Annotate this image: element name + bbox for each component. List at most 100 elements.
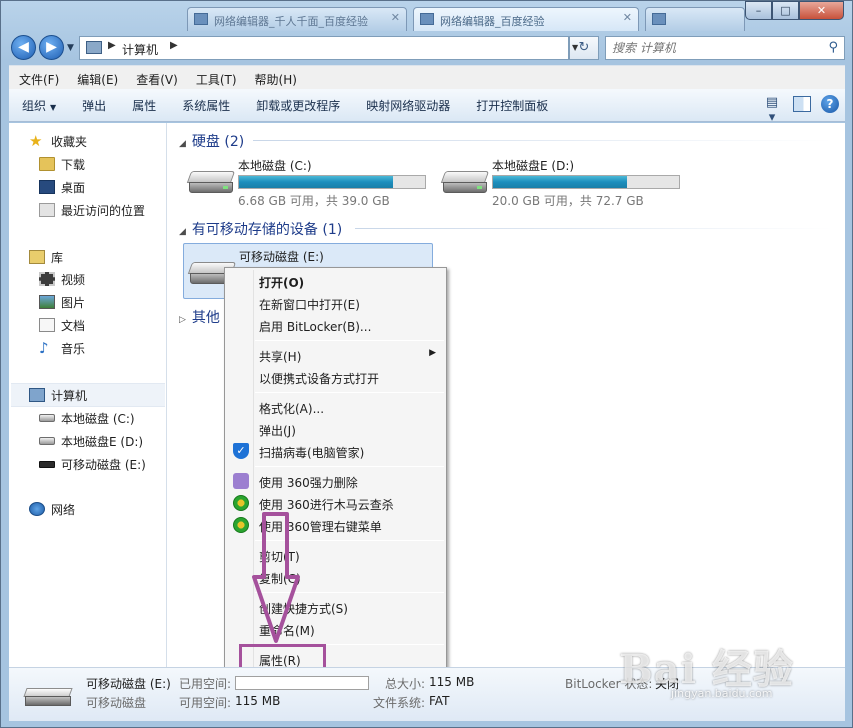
drive-c[interactable]: 本地磁盘 (C:) 6.68 GB 可用，共 39.0 GB bbox=[183, 153, 433, 209]
nav-drive-c[interactable]: 本地磁盘 (C:) bbox=[39, 408, 135, 428]
watermark-url: jingyan.baidu.com bbox=[671, 687, 773, 700]
preview-pane-icon[interactable] bbox=[793, 96, 811, 112]
360-icon bbox=[233, 517, 249, 533]
close-icon[interactable]: ✕ bbox=[391, 11, 400, 24]
maximize-button[interactable]: □ bbox=[772, 1, 799, 20]
group-divider bbox=[355, 228, 833, 229]
properties-button[interactable]: 属性 bbox=[119, 97, 169, 114]
annotation-arrow bbox=[252, 512, 300, 643]
hard-drive-icon bbox=[39, 414, 55, 422]
forward-button[interactable]: ▶ bbox=[39, 35, 64, 60]
menu-bitlocker[interactable]: 启用 BitLocker(B)... bbox=[227, 314, 444, 336]
page-icon bbox=[420, 13, 434, 25]
total-size-label: 总大小: bbox=[385, 677, 426, 691]
usb-drive-icon bbox=[39, 460, 55, 468]
back-button[interactable]: ◀ bbox=[11, 35, 36, 60]
view-controls: ▤ ▾ ? bbox=[761, 95, 839, 125]
menu-open[interactable]: 打开(O) bbox=[227, 270, 444, 292]
explorer-window: 网络编辑器_千人千面_百度经验 ✕ 网络编辑器_百度经验 ✕ – □ ✕ ◀ ▶ ▼… bbox=[0, 0, 853, 728]
menu-eject[interactable]: 弹出(J) bbox=[227, 418, 444, 440]
menu-separator bbox=[255, 392, 444, 393]
menu-open-new-window[interactable]: 在新窗口中打开(E) bbox=[227, 292, 444, 314]
nav-desktop[interactable]: 桌面 bbox=[39, 177, 85, 197]
uninstall-button[interactable]: 卸载或更改程序 bbox=[243, 97, 353, 114]
view-options-icon[interactable]: ▤ ▾ bbox=[761, 95, 783, 125]
breadcrumb-chevron-icon[interactable]: ▶ bbox=[170, 40, 178, 51]
control-panel-button[interactable]: 打开控制面板 bbox=[463, 97, 561, 114]
nav-libraries[interactable]: 库 bbox=[29, 247, 63, 267]
computer-icon bbox=[86, 41, 102, 54]
network-icon bbox=[29, 502, 45, 516]
nav-computer[interactable]: 计算机 bbox=[11, 383, 165, 407]
address-row: ◀ ▶ ▼ ▶ 计算机 ▶ ▼↻ ⚲ bbox=[1, 31, 852, 63]
menu-separator bbox=[255, 466, 444, 467]
tab-2[interactable]: 网络编辑器_百度经验 ✕ bbox=[413, 7, 639, 31]
capacity-bar bbox=[238, 175, 426, 189]
group-removable[interactable]: ◢ 有可移动存储的设备 (1) bbox=[179, 219, 342, 239]
close-icon[interactable]: ✕ bbox=[623, 11, 632, 24]
menu-360-delete[interactable]: 使用 360强力删除 bbox=[227, 470, 444, 492]
hard-drive-icon bbox=[440, 171, 490, 195]
menu-help[interactable]: 帮助(H) bbox=[245, 66, 305, 89]
nav-drive-e[interactable]: 可移动磁盘 (E:) bbox=[39, 454, 146, 474]
menu-view[interactable]: 查看(V) bbox=[126, 66, 186, 89]
map-drive-button[interactable]: 映射网络驱动器 bbox=[353, 97, 463, 114]
nav-pictures[interactable]: 图片 bbox=[39, 292, 85, 312]
refresh-button[interactable]: ▼ ↻ bbox=[569, 36, 599, 60]
group-hard-disks[interactable]: ◢ 硬盘 (2) bbox=[179, 131, 244, 151]
document-icon bbox=[39, 318, 55, 332]
eject-button[interactable]: 弹出 bbox=[69, 97, 119, 114]
system-properties-button[interactable]: 系统属性 bbox=[169, 97, 243, 114]
menu-portable[interactable]: 以便携式设备方式打开 bbox=[227, 366, 444, 388]
breadcrumb-chevron-icon[interactable]: ▶ bbox=[108, 40, 116, 51]
search-input[interactable] bbox=[612, 38, 822, 58]
baidu-watermark: Bai 经验 jingyan.baidu.com bbox=[619, 637, 829, 701]
video-icon bbox=[39, 272, 55, 286]
menu-share[interactable]: 共享(H) ▶ bbox=[227, 344, 444, 366]
menu-tools[interactable]: 工具(T) bbox=[186, 66, 245, 89]
browser-tabs: 网络编辑器_千人千面_百度经验 ✕ 网络编辑器_百度经验 ✕ bbox=[1, 1, 745, 31]
organize-button[interactable]: 组织 ▼ bbox=[9, 97, 69, 114]
shredder-icon bbox=[233, 473, 249, 489]
desktop-icon bbox=[39, 180, 55, 194]
group-other[interactable]: ▷ 其他 bbox=[179, 307, 220, 327]
history-dropdown-icon[interactable]: ▼ bbox=[67, 43, 74, 53]
expand-icon[interactable]: ▷ bbox=[179, 315, 186, 325]
menu-scan-virus[interactable]: ✓ 扫描病毒(电脑管家) bbox=[227, 440, 444, 462]
drive-d[interactable]: 本地磁盘E (D:) 20.0 GB 可用，共 72.7 GB bbox=[437, 153, 687, 209]
used-space-bar bbox=[235, 676, 369, 690]
nav-music[interactable]: ♪ 音乐 bbox=[39, 338, 85, 358]
menu-file[interactable]: 文件(F) bbox=[9, 66, 67, 89]
search-icon[interactable]: ⚲ bbox=[828, 40, 838, 55]
computer-icon bbox=[29, 388, 45, 402]
nav-drive-d[interactable]: 本地磁盘E (D:) bbox=[39, 431, 143, 451]
help-icon[interactable]: ? bbox=[821, 95, 839, 113]
collapse-icon[interactable]: ◢ bbox=[179, 227, 186, 237]
menu-edit[interactable]: 编辑(E) bbox=[67, 66, 126, 89]
free-space-value: 115 MB bbox=[235, 694, 281, 708]
recent-places-icon bbox=[39, 203, 55, 217]
nav-documents[interactable]: 文档 bbox=[39, 315, 85, 335]
total-size-value: 115 MB bbox=[429, 675, 475, 689]
details-type: 可移动磁盘 bbox=[86, 696, 147, 710]
nav-network[interactable]: 网络 bbox=[29, 499, 75, 519]
menu-format[interactable]: 格式化(A)... bbox=[227, 396, 444, 418]
nav-favorites[interactable]: ★ 收藏夹 bbox=[29, 131, 87, 151]
close-button[interactable]: ✕ bbox=[799, 1, 844, 20]
collapse-icon[interactable]: ◢ bbox=[179, 139, 186, 149]
search-box[interactable]: ⚲ bbox=[605, 36, 845, 60]
address-bar[interactable]: ▶ 计算机 ▶ bbox=[79, 36, 569, 60]
chevron-down-icon[interactable]: ▼ bbox=[572, 37, 578, 59]
tab-3[interactable] bbox=[645, 7, 745, 31]
nav-recent[interactable]: 最近访问的位置 bbox=[39, 200, 145, 220]
details-name: 可移动磁盘 (E:) bbox=[86, 677, 171, 691]
breadcrumb-computer[interactable]: 计算机 bbox=[122, 41, 158, 58]
nav-downloads[interactable]: 下载 bbox=[39, 154, 85, 174]
file-system-label: 文件系统: bbox=[373, 696, 426, 710]
tab-1[interactable]: 网络编辑器_千人千面_百度经验 ✕ bbox=[187, 7, 407, 31]
minimize-button[interactable]: – bbox=[745, 1, 772, 20]
music-icon: ♪ bbox=[39, 339, 49, 357]
group-divider bbox=[253, 140, 833, 141]
capacity-fill bbox=[493, 176, 627, 188]
nav-videos[interactable]: 视频 bbox=[39, 269, 85, 289]
